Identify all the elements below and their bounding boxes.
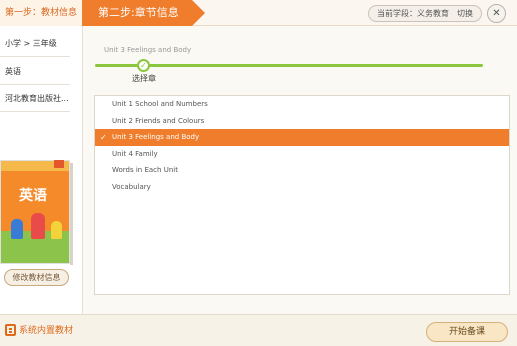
system-textbook-link[interactable]: 系统内置教材 — [19, 323, 73, 336]
breadcrumb: Unit 3 Feelings and Body — [104, 46, 192, 54]
switch-stage-button[interactable]: 切换 — [457, 6, 473, 21]
modify-textbook-button[interactable]: 修改教材信息 — [4, 269, 69, 286]
check-icon: ✓ — [137, 59, 150, 72]
book-icon — [5, 324, 16, 336]
step2-tab: 第二步:章节信息 — [82, 0, 192, 26]
sidebar-item-subject: 英语 — [0, 58, 70, 85]
textbook-cover: 英语 — [0, 160, 73, 268]
chapter-item[interactable]: Words in Each Unit — [95, 162, 509, 179]
book-title: 英语 — [19, 188, 47, 204]
stage-selector: 当前学段：义务教育 切换 — [368, 5, 482, 22]
progress-bar — [95, 64, 483, 67]
chapter-item-selected[interactable]: ✓ Unit 3 Feelings and Body — [95, 129, 509, 146]
start-prep-button[interactable]: 开始备课 — [426, 322, 508, 342]
bookmark-icon — [54, 160, 64, 168]
chapter-item[interactable]: Vocabulary — [95, 179, 509, 196]
step2-arrow — [192, 0, 205, 26]
stage-label: 当前学段：义务教育 — [377, 9, 449, 18]
close-icon[interactable]: ✕ — [487, 4, 506, 23]
footer-bar: 系统内置教材 开始备课 — [0, 314, 517, 346]
chapter-item[interactable]: Unit 1 School and Numbers — [95, 96, 509, 113]
sidebar-item-publisher: 河北教育出版社... — [0, 85, 70, 112]
chapter-list: Unit 1 School and Numbers Unit 2 Friends… — [94, 95, 510, 295]
header-bar: 第一步：教材信息 第二步:章节信息 当前学段：义务教育 切换 ✕ — [0, 0, 517, 26]
step1-tab[interactable]: 第一步：教材信息 — [0, 0, 82, 26]
checkmark-icon: ✓ — [100, 133, 107, 142]
sidebar: 小学 > 三年级 英语 河北教育出版社... 英语 修改教材信息 — [0, 26, 83, 314]
progress-step-label: 选择章 — [132, 74, 156, 83]
chapter-item[interactable]: Unit 2 Friends and Colours — [95, 113, 509, 130]
book-cover-image: 英语 — [0, 160, 70, 264]
sidebar-item-grade: 小学 > 三年级 — [0, 30, 70, 57]
chapter-item[interactable]: Unit 4 Family — [95, 146, 509, 163]
